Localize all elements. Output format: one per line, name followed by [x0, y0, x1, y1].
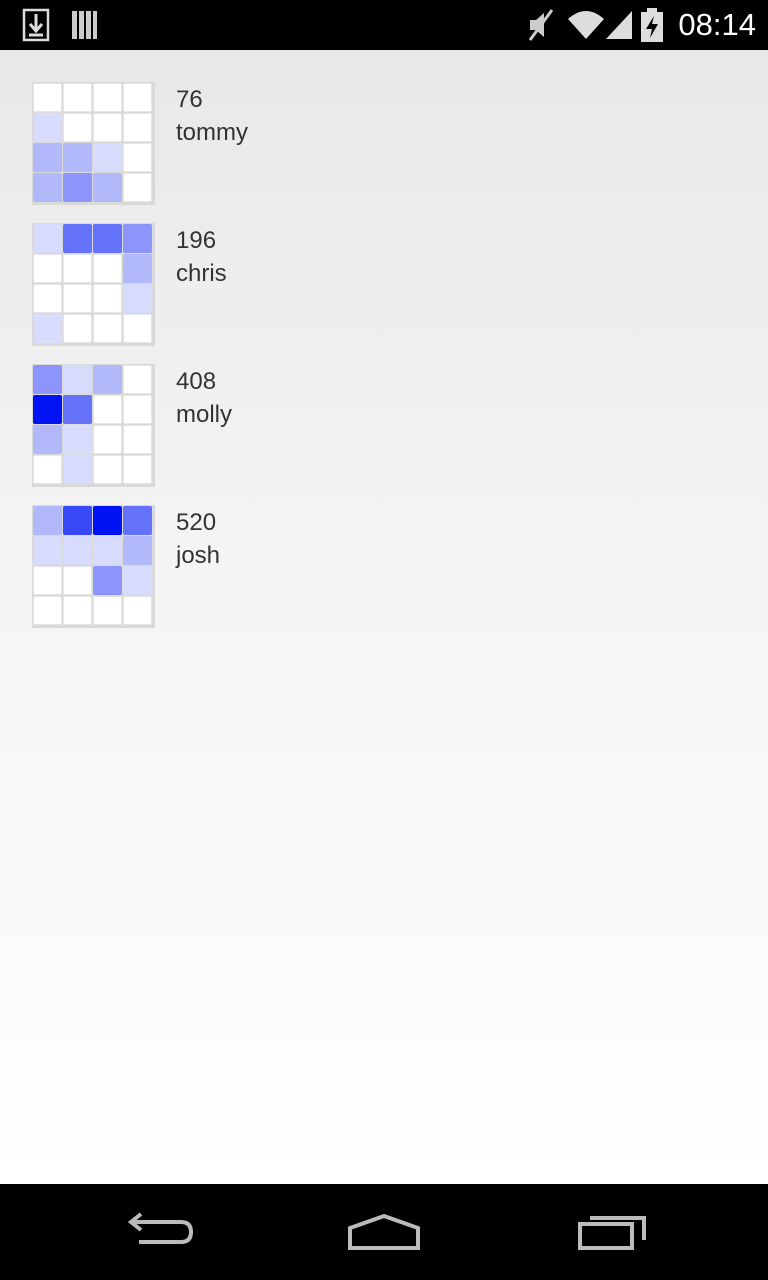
board-tile [33, 314, 62, 343]
board-tile [63, 536, 92, 565]
board-tile [93, 143, 122, 172]
board-tile [93, 173, 122, 202]
board-tile [123, 506, 152, 535]
board-tile [93, 506, 122, 535]
signal-icon [604, 0, 634, 50]
board-tile [93, 365, 122, 394]
board-tile [33, 173, 62, 202]
board-tile [63, 395, 92, 424]
board-tile [123, 365, 152, 394]
board-tile [63, 566, 92, 595]
board-thumbnail [32, 364, 155, 487]
board-tile [123, 536, 152, 565]
board-tile [123, 596, 152, 625]
board-tile [33, 365, 62, 394]
board-tile [33, 506, 62, 535]
board-tile [63, 365, 92, 394]
board-tile [63, 143, 92, 172]
board-tile [93, 566, 122, 595]
board-tile [93, 224, 122, 253]
board-tile [33, 83, 62, 112]
board-tile [93, 455, 122, 484]
board-tile [123, 224, 152, 253]
score-value: 520 [176, 509, 217, 536]
board-thumbnail [32, 505, 155, 628]
battery-charging-icon [640, 0, 664, 50]
score-row[interactable]: 408 molly [32, 364, 732, 488]
board-tile [93, 314, 122, 343]
board-tile [123, 314, 152, 343]
board-tile [63, 284, 92, 313]
board-tile [63, 506, 92, 535]
board-tile [63, 83, 92, 112]
board-tile [93, 83, 122, 112]
player-name: chris [176, 260, 227, 287]
board-tile [123, 143, 152, 172]
board-tile [63, 596, 92, 625]
board-tile [123, 254, 152, 283]
high-scores-list: 76 tommy 196 chris 408 molly 520 josh [0, 50, 768, 1184]
board-tile [93, 113, 122, 142]
board-tile [63, 224, 92, 253]
board-tile [123, 173, 152, 202]
storage-icon [70, 0, 98, 50]
board-tile [123, 83, 152, 112]
score-value: 408 [176, 368, 217, 395]
board-tile [93, 425, 122, 454]
board-tile [123, 566, 152, 595]
recents-icon[interactable] [572, 1208, 652, 1256]
board-tile [33, 113, 62, 142]
board-tile [63, 173, 92, 202]
board-tile [33, 224, 62, 253]
board-thumbnail [32, 223, 155, 346]
board-tile [93, 284, 122, 313]
home-icon[interactable] [344, 1208, 424, 1256]
board-tile [123, 284, 152, 313]
board-tile [63, 314, 92, 343]
board-tile [33, 254, 62, 283]
mute-icon [526, 0, 556, 50]
board-tile [123, 395, 152, 424]
board-tile [33, 536, 62, 565]
score-row[interactable]: 76 tommy [32, 82, 732, 206]
score-value: 76 [176, 86, 203, 113]
board-tile [93, 536, 122, 565]
board-tile [93, 254, 122, 283]
board-tile [33, 143, 62, 172]
board-tile [63, 113, 92, 142]
board-tile [63, 425, 92, 454]
board-tile [33, 566, 62, 595]
player-name: josh [176, 542, 221, 569]
wifi-icon [566, 0, 606, 50]
player-name: molly [176, 401, 233, 428]
status-bar: 08:14 [0, 0, 768, 50]
board-tile [123, 113, 152, 142]
board-tile [93, 596, 122, 625]
board-tile [33, 395, 62, 424]
back-icon[interactable] [120, 1208, 200, 1256]
score-value: 196 [176, 227, 217, 254]
clock: 08:14 [678, 7, 756, 42]
board-tile [123, 425, 152, 454]
board-tile [123, 455, 152, 484]
board-tile [33, 455, 62, 484]
player-name: tommy [176, 119, 248, 146]
score-row[interactable]: 520 josh [32, 505, 732, 629]
board-tile [33, 596, 62, 625]
download-icon [22, 0, 50, 50]
board-tile [93, 395, 122, 424]
navigation-bar [0, 1184, 768, 1280]
board-thumbnail [32, 82, 155, 205]
board-tile [63, 254, 92, 283]
score-row[interactable]: 196 chris [32, 223, 732, 347]
board-tile [63, 455, 92, 484]
board-tile [33, 284, 62, 313]
board-tile [33, 425, 62, 454]
